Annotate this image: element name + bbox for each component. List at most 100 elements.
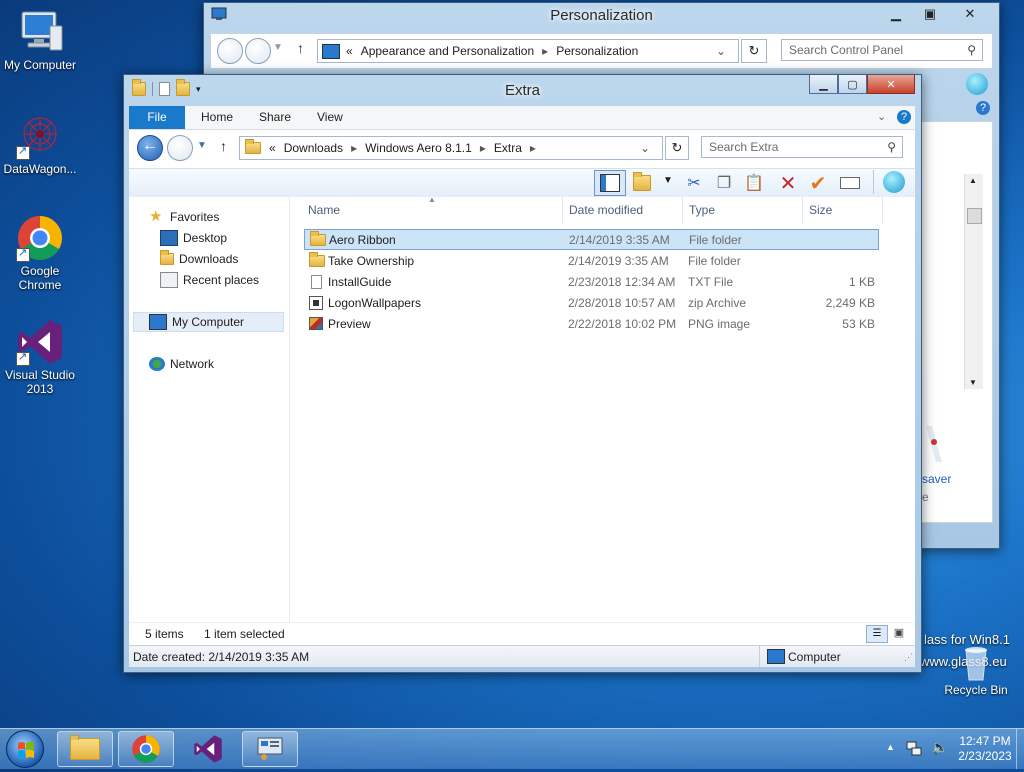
network-tray-icon[interactable]	[906, 740, 922, 756]
file-list-pane: ▲ Name Date modified Type Size Aero Ribb…	[290, 195, 915, 644]
scrollbar[interactable]: ▲ ▼	[964, 174, 983, 389]
nav-recent-places[interactable]: Recent places	[160, 270, 259, 290]
column-header-date-modified[interactable]: Date modified	[563, 197, 683, 223]
file-row-aero-ribbon[interactable]: Aero Ribbon 2/14/2019 3:35 AM File folde…	[304, 229, 879, 250]
forward-button[interactable]	[245, 38, 271, 64]
aero-glass-icon[interactable]	[883, 171, 905, 193]
breadcrumb-prefix[interactable]: «	[346, 44, 353, 58]
breadcrumb-item[interactable]: Windows Aero 8.1.1	[365, 141, 472, 155]
tab-home[interactable]: Home	[201, 106, 233, 129]
nav-favorites[interactable]: ★ Favorites	[149, 207, 219, 227]
address-bar[interactable]: « Downloads ▸ Windows Aero 8.1.1 ▸ Extra…	[239, 136, 663, 160]
breadcrumb-separator-icon[interactable]: ▸	[351, 141, 357, 155]
screen-saver-link[interactable]: saver	[922, 472, 951, 486]
breadcrumb-item[interactable]: Downloads	[284, 141, 343, 155]
address-bar[interactable]: « Appearance and Personalization ▸ Perso…	[317, 39, 739, 63]
expand-ribbon-chevron-icon[interactable]: ⌄	[877, 110, 886, 123]
datawagon-icon	[16, 112, 64, 160]
scroll-thumb[interactable]	[967, 208, 982, 224]
organize-folder-icon[interactable]	[633, 171, 651, 191]
delete-icon[interactable]: ✕	[777, 172, 799, 195]
breadcrumb-prefix[interactable]: «	[269, 141, 276, 155]
breadcrumb-item[interactable]: Personalization	[556, 44, 638, 58]
recent-locations-chevron-icon[interactable]: ▼	[197, 140, 207, 151]
file-row-logonwallpapers[interactable]: LogonWallpapers 2/28/2018 10:57 AM zip A…	[304, 292, 879, 313]
visual-studio-icon	[16, 318, 64, 366]
desktop-icon-visual-studio[interactable]: Visual Studio 2013	[0, 318, 80, 396]
back-button[interactable]	[137, 135, 163, 161]
paste-icon[interactable]: 📋	[743, 172, 765, 194]
column-header-name[interactable]: Name	[302, 197, 563, 223]
minimize-button[interactable]: ▁	[809, 75, 838, 94]
resize-grip-icon[interactable]: ⋰	[904, 652, 913, 663]
organize-chevron-icon[interactable]: ▼	[663, 175, 673, 186]
search-input[interactable]: Search Control Panel ⚲	[781, 39, 983, 61]
show-desktop-button[interactable]	[1016, 729, 1024, 769]
taskbar-control-panel[interactable]	[242, 731, 298, 767]
refresh-button[interactable]: ↻	[665, 136, 689, 160]
nav-desktop[interactable]: Desktop	[160, 228, 227, 248]
details-date-created: Date created: 2/14/2019 3:35 AM	[133, 650, 310, 664]
maximize-button[interactable]: ▣	[913, 3, 947, 25]
copy-icon[interactable]: ❐	[713, 172, 735, 194]
control-panel-icon	[322, 43, 340, 59]
nav-network[interactable]: Network	[149, 354, 214, 374]
forward-button[interactable]	[167, 135, 193, 161]
desktop-icon-datawagon[interactable]: DataWagon...	[0, 112, 80, 176]
recent-pages-chevron-icon[interactable]: ▼	[273, 42, 283, 53]
maximize-button[interactable]: ▢	[838, 75, 867, 94]
file-row-preview[interactable]: Preview 2/22/2018 10:02 PM PNG image 53 …	[304, 313, 879, 334]
show-hidden-icons-button[interactable]: ▲	[886, 742, 895, 752]
refresh-button[interactable]: ↻	[741, 39, 767, 63]
help-icon[interactable]: ?	[897, 110, 911, 124]
properties-icon[interactable]	[839, 172, 861, 194]
close-button[interactable]: ✕	[867, 75, 915, 94]
rename-check-icon[interactable]: ✔	[807, 172, 829, 195]
cut-icon[interactable]: ✂	[683, 172, 705, 194]
nav-my-computer[interactable]: My Computer	[133, 312, 284, 332]
back-button[interactable]	[217, 38, 243, 64]
breadcrumb-separator-icon[interactable]: ▸	[480, 141, 486, 155]
breadcrumb-item[interactable]: Appearance and Personalization	[361, 44, 534, 58]
taskbar-google-chrome[interactable]	[118, 731, 174, 767]
help-icon[interactable]: ?	[976, 101, 990, 115]
tab-share[interactable]: Share	[259, 106, 291, 129]
nav-computer-label: My Computer	[172, 315, 245, 329]
tab-file[interactable]: File	[129, 106, 185, 129]
column-header-type[interactable]: Type	[683, 197, 803, 223]
preview-pane-button[interactable]	[594, 170, 626, 196]
breadcrumb-separator-icon[interactable]: ▸	[530, 141, 536, 155]
file-name: InstallGuide	[328, 275, 392, 289]
search-input[interactable]: Search Extra ⚲	[701, 136, 903, 158]
file-type: PNG image	[688, 317, 751, 331]
taskbar-file-explorer[interactable]	[57, 731, 113, 767]
large-icons-view-button[interactable]: ▣	[890, 625, 908, 641]
column-header-size[interactable]: Size	[803, 197, 883, 223]
address-dropdown-icon[interactable]: ⌄	[716, 44, 726, 58]
clock[interactable]: 12:47 PM 2/23/2023	[952, 734, 1018, 764]
minimize-button[interactable]: ▁	[879, 3, 913, 25]
taskbar-visual-studio[interactable]	[180, 731, 236, 767]
breadcrumb-item[interactable]: Extra	[494, 141, 522, 155]
start-button[interactable]	[6, 730, 44, 768]
recycle-bin-icon[interactable]	[944, 640, 1008, 681]
file-row-installguide[interactable]: InstallGuide 2/23/2018 12:34 AM TXT File…	[304, 271, 879, 292]
desktop-icon-my-computer[interactable]: My Computer	[0, 8, 80, 72]
breadcrumb-separator-icon[interactable]: ▸	[542, 44, 548, 58]
scroll-down-icon[interactable]: ▼	[969, 378, 977, 387]
address-dropdown-icon[interactable]: ⌄	[640, 141, 650, 155]
aero-glass-icon[interactable]	[966, 73, 988, 95]
details-view-button[interactable]: ☰	[866, 625, 888, 643]
explorer-window[interactable]: ▾ Extra ▁ ▢ ✕ File Home Share View ⌄ ? ▼…	[123, 74, 922, 673]
scroll-up-icon[interactable]: ▲	[969, 176, 977, 185]
up-arrow-icon[interactable]: ↑	[297, 40, 304, 56]
chrome-icon	[132, 735, 160, 763]
up-arrow-icon[interactable]: ↑	[220, 138, 227, 154]
volume-icon[interactable]: 🔈	[931, 739, 948, 756]
desktop-icon-google-chrome[interactable]: Google Chrome	[0, 214, 80, 292]
file-row-take-ownership[interactable]: Take Ownership 2/14/2019 3:35 AM File fo…	[304, 250, 879, 271]
tab-view[interactable]: View	[317, 106, 343, 129]
close-button[interactable]: ✕	[947, 3, 993, 25]
nav-downloads[interactable]: Downloads	[160, 249, 238, 269]
screen-saver-icon[interactable]	[922, 422, 962, 466]
